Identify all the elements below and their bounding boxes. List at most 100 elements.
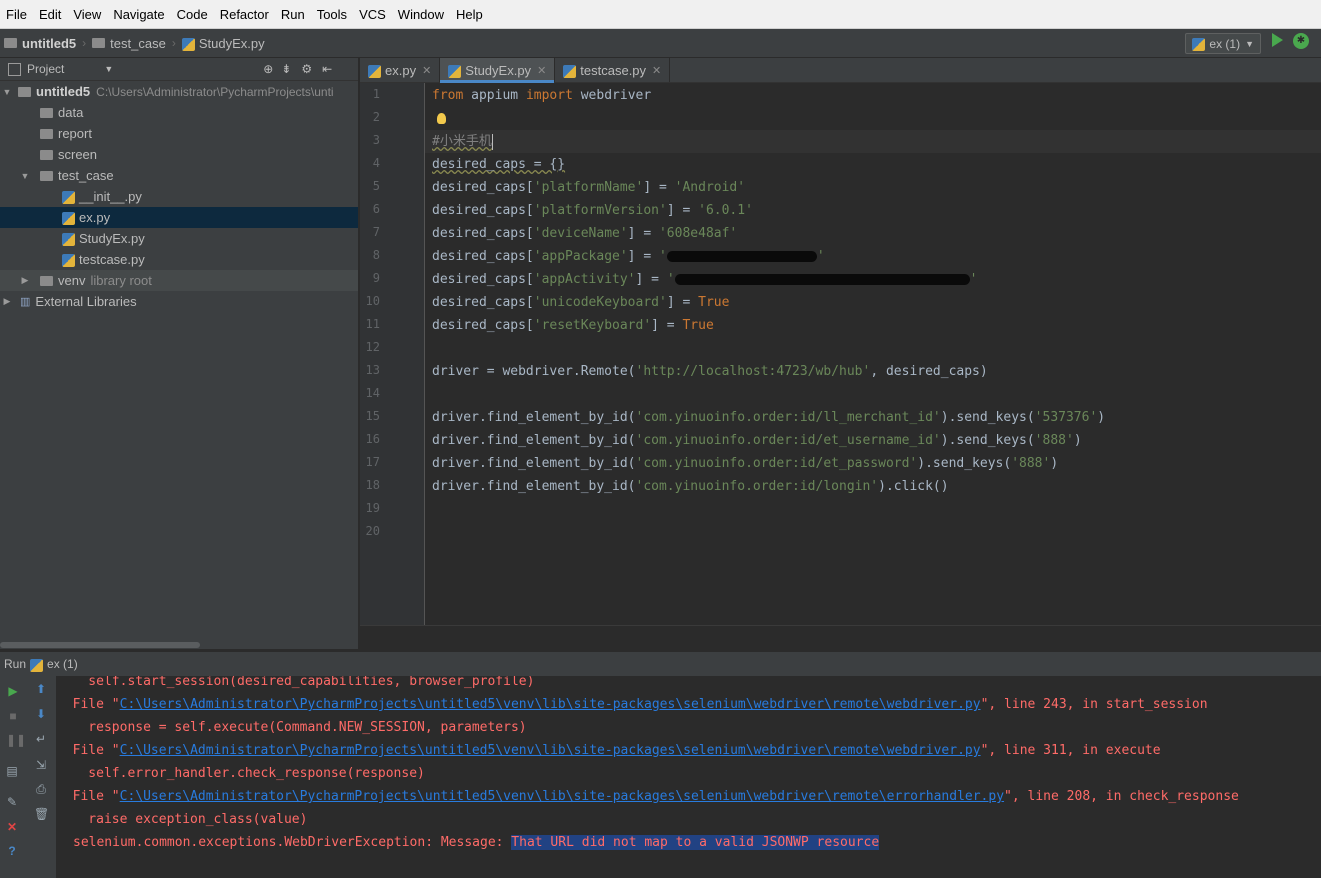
- tree-item-test-case[interactable]: ▼ test_case: [0, 165, 376, 186]
- project-tree: ▼ untitled5 C:\Users\Administrator\Pycha…: [0, 81, 420, 641]
- menu-view[interactable]: View: [67, 7, 107, 22]
- tree-item-venv[interactable]: ▶ venv library root: [0, 270, 376, 291]
- down-arrow-icon[interactable]: ⬇: [34, 707, 48, 721]
- expand-arrow-icon[interactable]: ▼: [18, 171, 32, 181]
- tree-item-root[interactable]: ▼ untitled5 C:\Users\Administrator\Pycha…: [0, 81, 358, 102]
- code-line: driver.find_element_by_id('com.yinuoinfo…: [432, 479, 949, 494]
- print-icon[interactable]: ⎙: [34, 782, 48, 796]
- trash-icon[interactable]: 🗑: [34, 807, 49, 821]
- folder-icon: [40, 170, 53, 181]
- lightbulb-icon[interactable]: [437, 113, 446, 124]
- pause-icon[interactable]: ❚❚: [6, 733, 26, 747]
- close-icon[interactable]: ✕: [422, 64, 431, 77]
- menu-navigate[interactable]: Navigate: [107, 7, 170, 22]
- console-line: self.start_session(desired_capabilities,…: [57, 676, 535, 689]
- breadcrumb-file[interactable]: StudyEx.py: [178, 36, 269, 51]
- project-view-icon: [8, 62, 21, 76]
- menu-run[interactable]: Run: [275, 7, 311, 22]
- menu-tools[interactable]: Tools: [311, 7, 353, 22]
- soft-wrap-icon[interactable]: ↵: [34, 732, 48, 746]
- line-number: 10: [365, 294, 380, 308]
- menu-window[interactable]: Window: [392, 7, 450, 22]
- folder-icon: [92, 38, 106, 48]
- collapse-icon[interactable]: ⇟: [281, 62, 291, 76]
- run-button[interactable]: [1272, 33, 1283, 47]
- target-icon[interactable]: ⊕: [263, 62, 273, 76]
- code-line: driver.find_element_by_id('com.yinuoinfo…: [432, 456, 1059, 471]
- tree-item-data[interactable]: data: [0, 102, 398, 123]
- menu-refactor[interactable]: Refactor: [214, 7, 275, 22]
- python-file-icon: [30, 658, 44, 672]
- tab-testcase[interactable]: testcase.py ✕: [555, 58, 671, 82]
- python-file-icon: [1192, 38, 1206, 51]
- navigation-bar: untitled5 › test_case › StudyEx.py: [0, 29, 1321, 58]
- menu-help[interactable]: Help: [450, 7, 489, 22]
- menu-file[interactable]: File: [0, 7, 33, 22]
- line-number: 17: [365, 455, 380, 469]
- expand-arrow-icon[interactable]: ▼: [0, 87, 14, 97]
- expand-arrow-icon[interactable]: ▶: [18, 275, 32, 286]
- line-number: 19: [365, 501, 380, 515]
- run-panel-header: Run ex (1): [0, 651, 1321, 676]
- project-horizontal-scrollbar[interactable]: [0, 641, 358, 649]
- traceback-file-link[interactable]: C:\Users\Administrator\PycharmProjects\u…: [120, 697, 981, 712]
- tree-item-screen[interactable]: screen: [0, 144, 398, 165]
- line-number: 6: [372, 202, 380, 216]
- tree-item-external-libraries[interactable]: ▶ ▥ External Libraries: [0, 291, 358, 312]
- folder-icon: [40, 107, 53, 118]
- rerun-icon[interactable]: ▶: [6, 684, 20, 698]
- debug-button[interactable]: ✱: [1293, 33, 1309, 49]
- scrollbar-thumb[interactable]: [0, 642, 200, 648]
- selected-error-message: That URL did not map to a valid JSONWP r…: [511, 835, 880, 850]
- line-number: 4: [372, 156, 380, 170]
- gear-icon[interactable]: ⚙: [301, 62, 312, 76]
- run-console[interactable]: self.start_session(desired_capabilities,…: [57, 676, 1321, 878]
- console-line: response = self.execute(Command.NEW_SESS…: [57, 720, 527, 735]
- scroll-to-end-icon[interactable]: ⇲: [34, 758, 48, 772]
- stop-icon[interactable]: ■: [6, 709, 20, 723]
- run-toolbar: ▶ ⬆ ■ ⬇ ❚❚ ↵ ▤ ⇲ ⎙ ✎ 🗑 ✕ ?: [0, 676, 57, 878]
- hide-panel-icon[interactable]: ⇤: [322, 62, 332, 76]
- code-line: desired_caps['resetKeyboard'] = True: [432, 318, 714, 333]
- breadcrumb-project[interactable]: untitled5: [0, 36, 80, 51]
- breadcrumb-separator: ›: [171, 36, 176, 50]
- run-panel-label: Run: [4, 657, 27, 671]
- traceback-file-link[interactable]: C:\Users\Administrator\PycharmProjects\u…: [120, 789, 1004, 804]
- tree-item-testcase[interactable]: testcase.py: [0, 249, 420, 270]
- error-line: selenium.common.exceptions.WebDriverExce…: [73, 835, 880, 850]
- editor-bottom-strip: [360, 625, 1321, 651]
- close-icon[interactable]: ✕: [652, 64, 661, 77]
- editor-tab-bar: ex.py ✕ StudyEx.py ✕ testcase.py ✕: [360, 58, 1321, 83]
- project-view-selector[interactable]: Project: [27, 62, 64, 76]
- breadcrumb-folder[interactable]: test_case: [88, 36, 170, 51]
- tab-studyex[interactable]: StudyEx.py ✕: [440, 58, 556, 83]
- code-editor[interactable]: from appium import webdriver #小米手机 desir…: [425, 83, 1321, 625]
- help-icon[interactable]: ?: [5, 844, 19, 858]
- chevron-down-icon[interactable]: ▼: [104, 64, 113, 74]
- folder-icon: [40, 275, 53, 286]
- expand-arrow-icon[interactable]: ▶: [0, 296, 14, 307]
- pin-icon[interactable]: ✎: [5, 795, 19, 809]
- tree-item-init[interactable]: __init__.py: [0, 186, 420, 207]
- line-number: 16: [365, 432, 380, 446]
- traceback-file-link[interactable]: C:\Users\Administrator\PycharmProjects\u…: [120, 743, 981, 758]
- menu-vcs[interactable]: VCS: [353, 7, 392, 22]
- close-icon[interactable]: ✕: [5, 820, 19, 834]
- up-arrow-icon[interactable]: ⬆: [34, 682, 48, 696]
- code-line: driver.find_element_by_id('com.yinuoinfo…: [432, 433, 1082, 448]
- tree-item-report[interactable]: report: [0, 123, 398, 144]
- console-line: File "C:\Users\Administrator\PycharmProj…: [57, 743, 1161, 758]
- menu-code[interactable]: Code: [171, 7, 214, 22]
- tab-ex[interactable]: ex.py ✕: [360, 58, 441, 82]
- layout-icon[interactable]: ▤: [5, 764, 19, 778]
- menu-edit[interactable]: Edit: [33, 7, 67, 22]
- bug-icon: ✱: [1296, 35, 1306, 46]
- tree-item-ex[interactable]: ex.py: [0, 207, 420, 228]
- close-icon[interactable]: ✕: [537, 64, 546, 77]
- line-number: 7: [372, 225, 380, 239]
- folder-icon: [18, 86, 31, 97]
- tree-item-studyex[interactable]: StudyEx.py: [0, 228, 420, 249]
- line-number: 3: [372, 133, 380, 147]
- run-configuration-selector[interactable]: ex (1) ▼: [1185, 33, 1261, 54]
- run-tab-label[interactable]: ex (1): [47, 657, 78, 671]
